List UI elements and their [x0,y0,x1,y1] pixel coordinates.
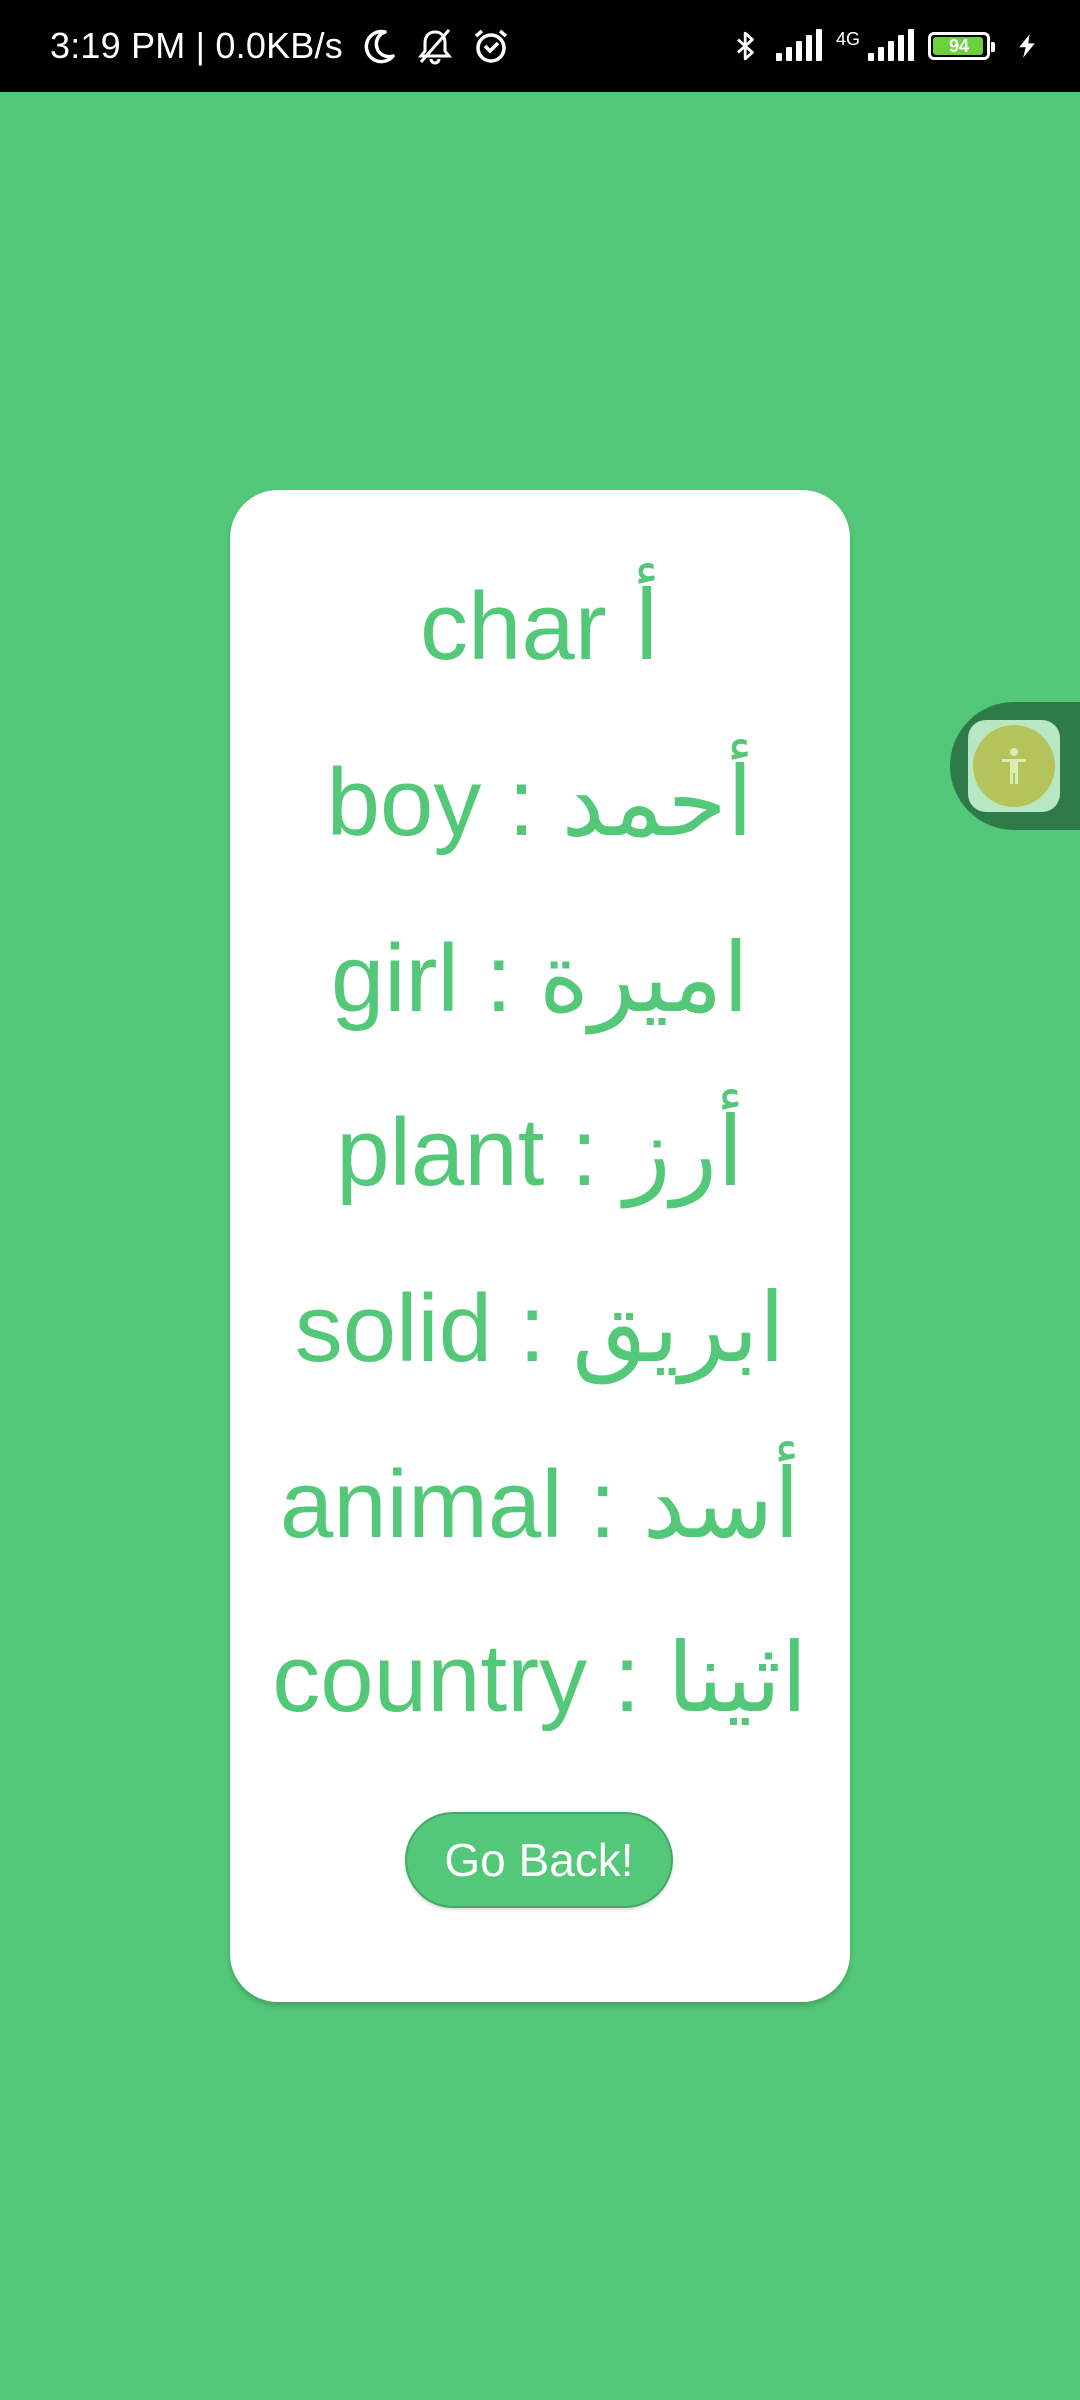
bluetooth-icon [737,31,754,61]
signal-icon [775,29,822,61]
word-line-solid: solid : ابريق [294,1275,786,1382]
status-left: 3:19 PM | 0.0KB/s [50,25,511,67]
word-line-plant: plant : أرز [336,1099,744,1206]
accessibility-button[interactable] [968,720,1060,812]
word-line-girl: girl : اميرة [330,925,750,1032]
go-back-button[interactable]: Go Back! [405,1812,673,1908]
battery-icon: 94 [928,32,995,60]
accessibility-icon [1002,748,1026,784]
accessibility-circle[interactable] [973,725,1055,807]
status-time: 3:19 PM | 0.0KB/s [50,25,343,66]
word-line-country: country : اثينا [272,1625,808,1732]
word-line-char: char أ [419,573,661,680]
accessibility-tab[interactable] [950,702,1080,830]
charging-icon [1019,34,1035,58]
alarm-icon [474,29,508,63]
status-bar: 3:19 PM | 0.0KB/s 4G 94 [0,0,1080,92]
status-right: 4G 94 [724,26,1040,66]
bell-off-icon [417,29,453,65]
word-line-boy: boy : أحمد [326,749,754,856]
word-line-animal: animal : أسد [279,1451,801,1558]
battery-level: 94 [948,35,970,56]
network-type: 4G [835,29,860,49]
signal-icon [868,29,914,61]
words-card: char أ boy : أحمد girl : اميرة plant : أ… [230,490,850,2002]
moon-icon [364,29,395,64]
